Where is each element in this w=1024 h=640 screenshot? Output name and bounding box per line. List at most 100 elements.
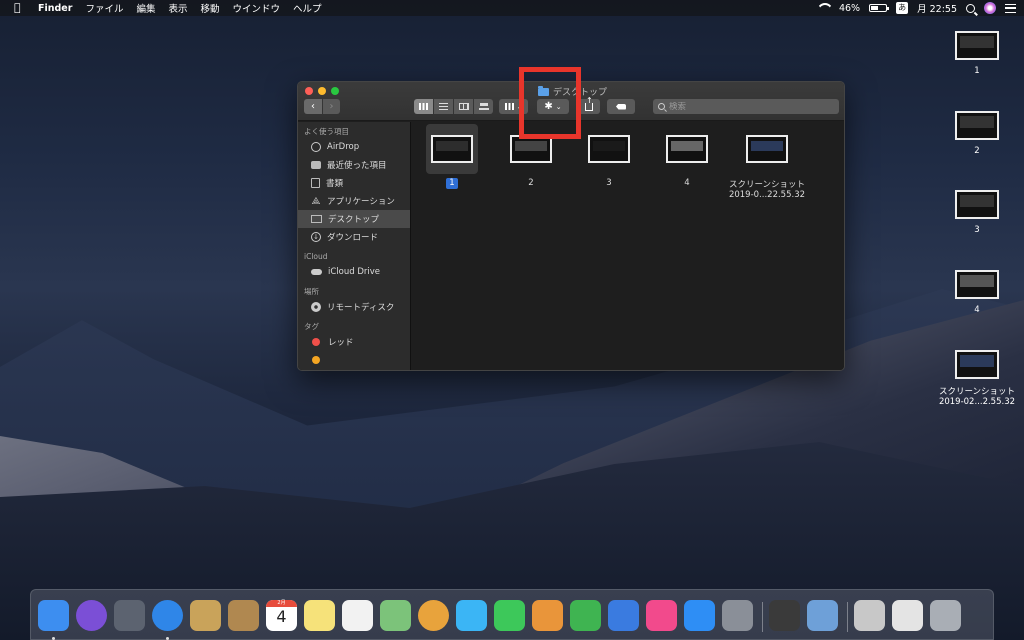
minimize-button[interactable]: [318, 87, 326, 95]
siri-icon[interactable]: [984, 2, 996, 14]
search-field[interactable]: [653, 99, 839, 114]
apple-menu-icon[interactable]: : [14, 2, 26, 14]
battery-fill: [871, 6, 878, 10]
orange-tag-dot-icon: [312, 356, 320, 364]
photos-icon[interactable]: [418, 600, 449, 631]
preview-icon[interactable]: [807, 600, 838, 631]
menu-file[interactable]: ファイル: [85, 1, 123, 15]
screenshot-thumbnail: [510, 135, 552, 163]
safari-icon[interactable]: [152, 600, 183, 631]
tags-button[interactable]: [607, 99, 635, 114]
file-item-4[interactable]: 4: [647, 124, 727, 189]
trash-icon[interactable]: [930, 600, 961, 631]
sidebar-item-applications[interactable]: ⟁ アプリケーション: [298, 192, 410, 210]
column-view-icon: [458, 103, 469, 110]
screenshot-thumbnail: [955, 350, 999, 379]
screenshot-thumbnail: [746, 135, 788, 163]
notification-center-icon[interactable]: [1005, 3, 1016, 13]
facetime-icon[interactable]: [494, 600, 525, 631]
back-button[interactable]: ‹: [304, 99, 322, 114]
input-method-icon[interactable]: あ: [896, 2, 909, 14]
menu-window[interactable]: ウインドウ: [233, 1, 281, 15]
desktop-file-3[interactable]: 3: [932, 190, 1022, 235]
desktop-file-screenshot[interactable]: スクリーンショット 2019-02...2.55.32: [932, 350, 1022, 407]
menu-app-name[interactable]: Finder: [38, 3, 72, 14]
file-item-1[interactable]: 1: [412, 124, 492, 189]
app-store-icon[interactable]: [684, 600, 715, 631]
sidebar-item-label: デスクトップ: [328, 215, 380, 225]
mail-stamp-icon[interactable]: [190, 600, 221, 631]
mail-document-icon[interactable]: [892, 600, 923, 631]
spotlight-search-icon[interactable]: [966, 3, 975, 13]
desktop-file-4[interactable]: 4: [932, 270, 1022, 315]
file-label: 3: [606, 178, 612, 188]
sidebar-item-label: 書類: [326, 179, 344, 189]
finder-sidebar: よく使う項目 AirDrop 最近使った項目 書類 ⟁ アプリケーション デスクト…: [298, 122, 411, 370]
sidebar-item-airdrop[interactable]: AirDrop: [298, 138, 410, 156]
menu-view[interactable]: 表示: [168, 1, 187, 15]
recents-icon: [311, 161, 321, 169]
sidebar-item-documents[interactable]: 書類: [298, 174, 410, 192]
dock: 4 2月: [30, 589, 994, 640]
sidebar-item-downloads[interactable]: ↓ ダウンロード: [298, 228, 410, 246]
itunes-icon[interactable]: [646, 600, 677, 631]
file-item-screenshot[interactable]: スクリーンショット 2019-0...22.55.32: [725, 124, 809, 200]
close-button[interactable]: [305, 87, 313, 95]
ipad-icon[interactable]: [854, 600, 885, 631]
screenshot-thumbnail: [955, 111, 999, 140]
calendar-icon[interactable]: 4 2月: [266, 600, 297, 631]
numbers-icon[interactable]: [570, 600, 601, 631]
keynote-icon[interactable]: [608, 600, 639, 631]
list-view-button[interactable]: [434, 99, 453, 114]
sidebar-item-desktop[interactable]: デスクトップ: [298, 210, 410, 228]
reminders-icon[interactable]: [342, 600, 373, 631]
siri-icon[interactable]: [76, 600, 107, 631]
view-mode-selector: [414, 99, 494, 114]
wifi-icon[interactable]: [816, 3, 830, 13]
file-label-line2: 2019-0...22.55.32: [728, 190, 806, 200]
sidebar-item-recents[interactable]: 最近使った項目: [298, 156, 410, 174]
sidebar-header-icloud: iCloud: [304, 252, 328, 261]
sidebar-item-tag-orange[interactable]: [298, 351, 410, 369]
desktop-file-2[interactable]: 2: [932, 111, 1022, 156]
notes-icon[interactable]: [304, 600, 335, 631]
contacts-icon[interactable]: [228, 600, 259, 631]
file-item-3[interactable]: 3: [569, 124, 649, 189]
sidebar-item-remote-disc[interactable]: リモートディスク: [298, 298, 410, 316]
gallery-view-button[interactable]: [474, 99, 493, 114]
menu-edit[interactable]: 編集: [136, 1, 155, 15]
share-button[interactable]: [578, 96, 600, 114]
desktop-file-label: 3: [974, 225, 980, 235]
file-icon-view: 1 2 3 4 スクリーンショット 2019-0...22.55.32: [412, 122, 844, 370]
system-preferences-icon[interactable]: [722, 600, 753, 631]
chevron-left-icon: ‹: [311, 101, 315, 112]
column-view-button[interactable]: [454, 99, 473, 114]
keynote-presentation-icon[interactable]: [532, 600, 563, 631]
dock-separator: [762, 602, 763, 632]
highlight-box: [519, 67, 581, 139]
final-cut-icon[interactable]: [769, 600, 800, 631]
sidebar-item-label: レッド: [328, 338, 354, 348]
messages-icon[interactable]: [456, 600, 487, 631]
maximize-button[interactable]: [331, 87, 339, 95]
menu-clock[interactable]: 月 22:55: [917, 1, 957, 15]
battery-icon[interactable]: [869, 4, 890, 12]
menu-help[interactable]: ヘルプ: [293, 1, 322, 15]
battery-percent: 46%: [838, 2, 861, 14]
desktop-file-1[interactable]: 1: [932, 31, 1022, 76]
sidebar-item-icloud-drive[interactable]: iCloud Drive: [298, 263, 410, 281]
screenshot-thumbnail: [431, 135, 473, 163]
search-input[interactable]: [669, 101, 819, 112]
menu-go[interactable]: 移動: [200, 1, 219, 15]
icon-view-button[interactable]: [414, 99, 433, 114]
menu-bar:  Finder ファイル 編集 表示 移動 ウインドウ ヘルプ 46% あ 月…: [0, 0, 1024, 16]
maps-icon[interactable]: [380, 600, 411, 631]
sidebar-item-tag-red[interactable]: レッド: [298, 333, 410, 351]
screenshot-thumbnail: [666, 135, 708, 163]
icon-view-icon: [419, 103, 428, 110]
forward-button[interactable]: ›: [323, 99, 340, 114]
launchpad-icon[interactable]: [114, 600, 145, 631]
finder-icon[interactable]: [38, 600, 69, 631]
applications-icon: ⟁: [311, 195, 321, 207]
red-tag-dot-icon: [312, 338, 320, 346]
